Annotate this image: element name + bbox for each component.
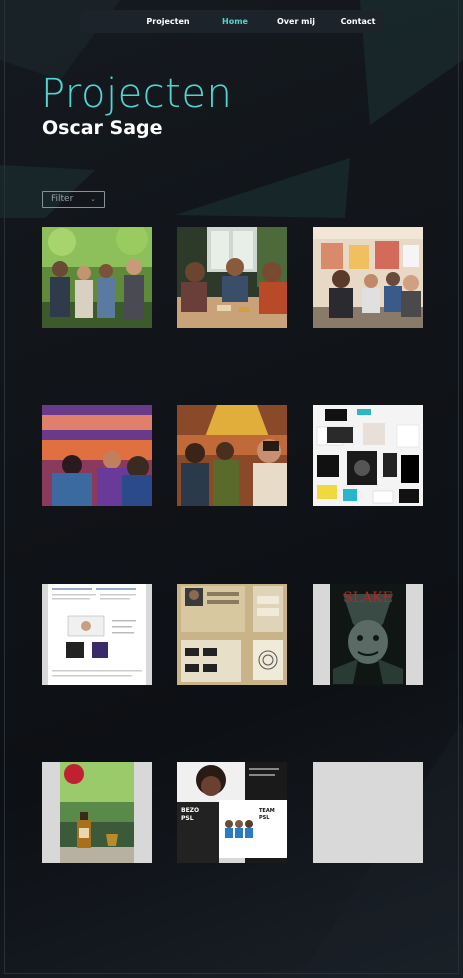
lecture-hall-illustration	[42, 405, 152, 506]
svg-text:PSL: PSL	[181, 815, 194, 822]
project-card-document[interactable]	[42, 584, 152, 685]
project-card-lecture-hall[interactable]	[42, 405, 152, 506]
project-card-product-bottle[interactable]	[42, 762, 152, 863]
page-title: Projecten	[41, 71, 233, 117]
svg-text:BEZO: BEZO	[181, 807, 199, 814]
nav-over-mij[interactable]: Over mij	[274, 10, 318, 33]
nav-home[interactable]: Home	[214, 10, 256, 33]
chevron-down-icon: ⌄	[90, 195, 96, 203]
project-card-moodboard[interactable]	[313, 405, 423, 506]
project-card-empty[interactable]	[313, 762, 423, 863]
nav-contact[interactable]: Contact	[336, 10, 380, 33]
top-navigation: Projecten Home Over mij Contact	[80, 10, 384, 33]
svg-text:PSL: PSL	[259, 815, 270, 821]
audience-illustration	[177, 405, 287, 506]
project-card-office[interactable]	[313, 227, 423, 328]
project-card-app-wireframe[interactable]	[177, 584, 287, 685]
horror-poster: SLAKE	[313, 584, 423, 685]
office-discussion-photo	[313, 227, 423, 328]
project-card-audience[interactable]	[177, 405, 287, 506]
document-screenshot	[42, 584, 152, 685]
product-bottle-photo	[42, 762, 152, 863]
svg-text:TEAM: TEAM	[259, 808, 275, 814]
moodboard-screenshot	[313, 405, 423, 506]
project-card-horror-poster[interactable]: SLAKE	[313, 584, 423, 685]
filter-dropdown[interactable]: Filter ⌄	[42, 191, 105, 208]
empty-placeholder	[313, 762, 423, 863]
page-subtitle: Oscar Sage	[42, 117, 163, 139]
meeting-table-photo	[177, 227, 287, 328]
nav-projecten[interactable]: Projecten	[144, 10, 192, 33]
filter-label: Filter	[51, 194, 74, 204]
svg-text:SLAKE: SLAKE	[343, 590, 393, 606]
project-card-social-media[interactable]: BEZO PSL TEAM PSL	[177, 762, 287, 863]
app-wireframe-screenshot	[177, 584, 287, 685]
social-media-collage: BEZO PSL TEAM PSL	[177, 762, 287, 863]
group-outdoors-photo	[42, 227, 152, 328]
project-card-meeting[interactable]	[177, 227, 287, 328]
project-card-group-outdoors[interactable]	[42, 227, 152, 328]
